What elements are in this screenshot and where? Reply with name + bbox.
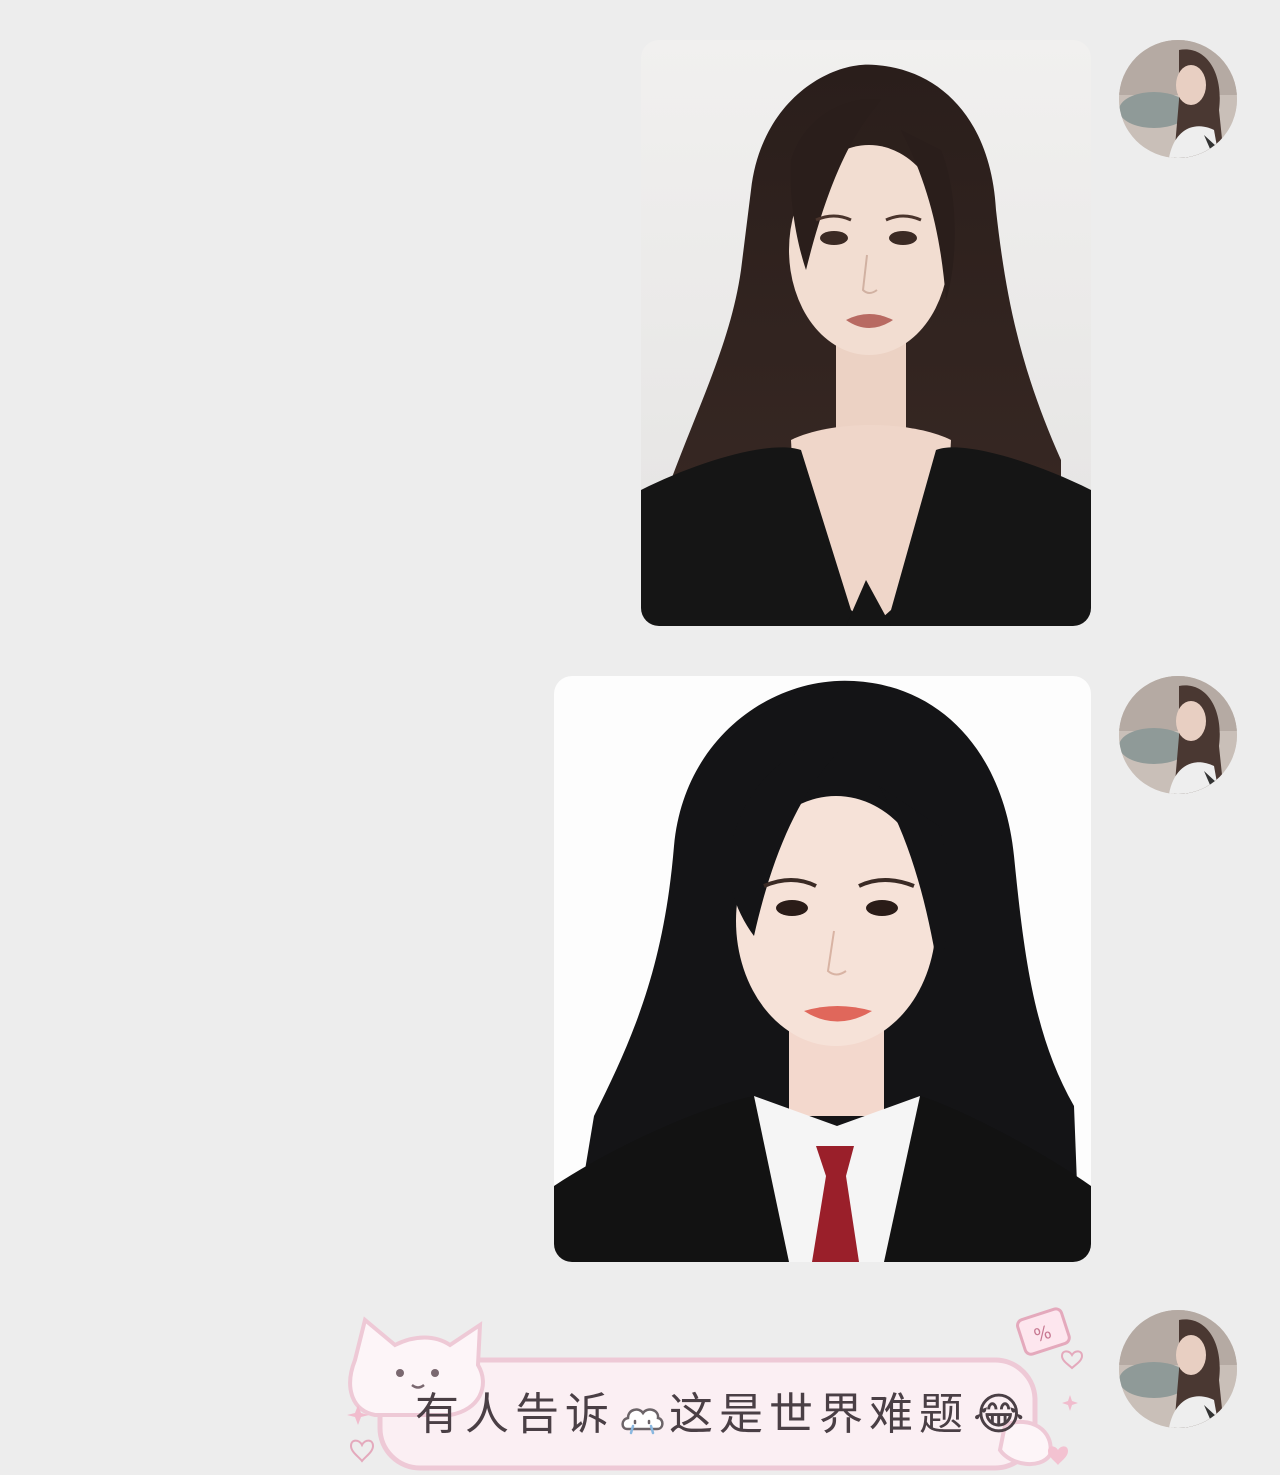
portrait-photo-icon (641, 40, 1091, 626)
message-text-part-1: 有人告诉 (415, 1389, 615, 1440)
crying-cloud-icon (619, 1395, 665, 1435)
avatar[interactable] (1119, 1310, 1237, 1428)
photo-message-2[interactable] (554, 676, 1091, 1262)
avatar-photo-icon (1119, 40, 1237, 158)
portrait-photo-icon (554, 676, 1091, 1262)
avatar[interactable] (1119, 40, 1237, 158)
avatar[interactable] (1119, 676, 1237, 794)
photo-message-1[interactable] (641, 40, 1091, 626)
message-text-part-2: 这是世界难题 (669, 1389, 969, 1440)
sticker-text-bubble[interactable]: % 有人告诉 这是世界难题😂 (340, 1305, 1085, 1475)
avatar-photo-icon (1119, 676, 1237, 794)
laughing-emoji-icon: 😂 (973, 1389, 1031, 1440)
sticker-message-text: 有人告诉 这是世界难题😂 (415, 1383, 1030, 1445)
avatar-photo-icon (1119, 1310, 1237, 1428)
